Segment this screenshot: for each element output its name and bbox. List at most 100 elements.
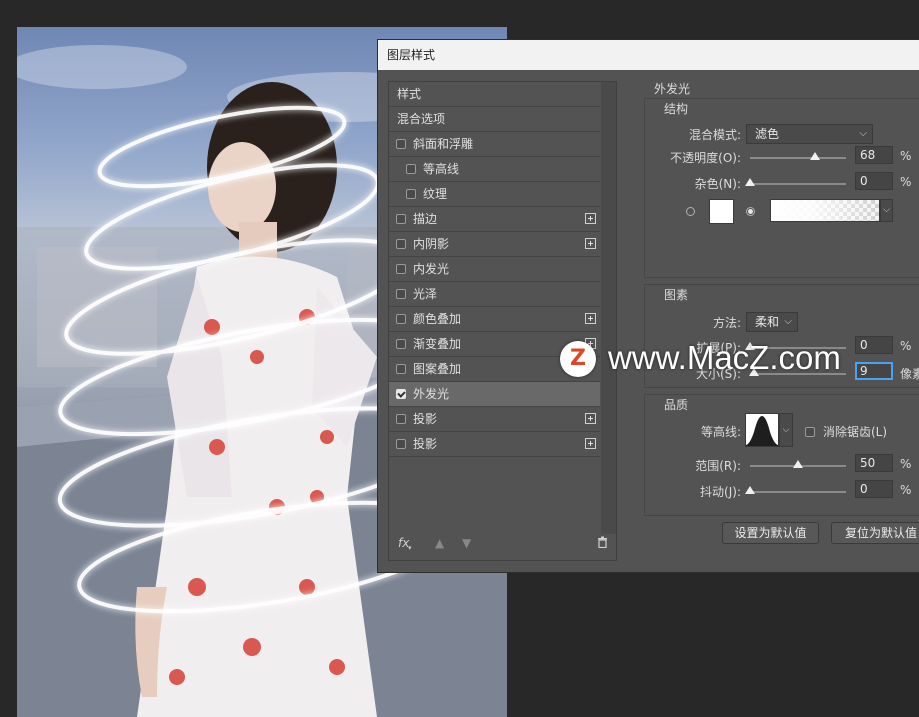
jitter-slider[interactable] [745,486,846,494]
noise-slider[interactable] [745,178,846,186]
dialog-title-bar[interactable]: 图层样式 [378,40,919,70]
jitter-slider-thumb[interactable] [745,486,755,494]
noise-unit: % [900,175,912,189]
opacity-input[interactable]: 68 [855,146,893,164]
style-checkbox[interactable] [396,314,406,324]
style-list-item[interactable]: 投影 [389,407,600,432]
style-list-item-label: 描边 [413,212,438,226]
chevron-down-icon: ⌵ [784,316,792,327]
solid-color-radio[interactable] [686,207,695,216]
style-checkbox[interactable] [406,189,416,199]
dialog-title: 图层样式 [387,48,436,62]
fx-dropdown-icon: ▾ [408,544,412,552]
style-list-item[interactable]: 等高线 [389,157,600,182]
noise-input[interactable]: 0 [855,172,893,190]
style-checkbox[interactable] [406,164,416,174]
style-list-item[interactable]: 外发光 [389,382,600,407]
size-input[interactable]: 9 [855,362,893,380]
gradient-dropdown[interactable]: ⌵ [880,199,893,222]
opacity-slider[interactable] [750,152,846,160]
style-list-item-label: 等高线 [423,162,460,176]
style-checkbox[interactable] [396,339,406,349]
range-slider-thumb[interactable] [793,460,803,468]
outer-glow-title: 外发光 [654,82,691,96]
chevron-down-icon: ⌵ [859,128,867,139]
style-checkbox[interactable] [396,364,406,374]
style-list-item-label: 光泽 [413,287,438,301]
chevron-down-icon: ⌵ [883,205,890,215]
outer-glow-panel: 外发光 结构 混合模式: 滤色 ⌵ 不透明度(O): 68 % 杂色(N): 0… [636,82,919,544]
chevron-down-icon: ⌵ [782,425,790,435]
style-list-item-label: 投影 [413,412,438,426]
add-style-icon[interactable] [585,413,596,424]
style-list-scrollbar[interactable] [601,82,616,534]
style-list: 样式 混合选项 斜面和浮雕 等高线 纹理 描边 内阴影 内发光 光泽 颜色叠加 渐变叠加 图案叠加 外发… [388,81,617,561]
set-default-button[interactable]: 设置为默认值 [722,522,819,544]
antialias-label: 消除锯齿(L) [823,425,888,439]
structure-group: 结构 混合模式: 滤色 ⌵ 不透明度(O): 68 % 杂色(N): 0 % ⌵ [644,98,919,278]
reset-default-button[interactable]: 复位为默认值 [831,522,919,544]
size-unit: 像素 [900,367,919,381]
blend-mode-label: 混合模式: [688,128,741,142]
glow-gradient-swatch[interactable] [770,199,880,222]
style-list-item[interactable]: 光泽 [389,282,600,307]
gradient-radio[interactable] [746,207,755,216]
style-list-item[interactable]: 样式 [389,82,600,107]
style-list-item[interactable]: 纹理 [389,182,600,207]
style-list-item[interactable]: 描边 [389,207,600,232]
style-checkbox[interactable] [396,239,406,249]
method-select[interactable]: 柔和 ⌵ [746,312,798,332]
spread-unit: % [900,339,912,353]
add-style-icon[interactable] [585,313,596,324]
style-list-item[interactable]: 斜面和浮雕 [389,132,600,157]
arrow-down-icon[interactable]: ▼ [462,536,471,550]
opacity-slider-thumb[interactable] [810,152,821,160]
style-list-item[interactable]: 投影 [389,432,600,457]
style-list-item-label: 投影 [413,437,438,451]
contour-label: 等高线: [700,425,741,439]
quality-title: 品质 [664,398,689,412]
jitter-unit: % [900,483,912,497]
blend-mode-value: 滤色 [755,127,780,141]
glow-color-swatch[interactable] [709,199,734,224]
add-style-icon[interactable] [585,238,596,249]
style-checkbox[interactable] [396,139,406,149]
range-input[interactable]: 50 [855,454,893,472]
antialias-checkbox[interactable] [805,427,815,437]
style-list-item-label: 样式 [397,87,422,101]
jitter-label: 抖动(J): [700,485,741,499]
style-list-item[interactable]: 内发光 [389,257,600,282]
layer-style-dialog: 图层样式 样式 混合选项 斜面和浮雕 等高线 纹理 描边 内阴影 内发光 光泽 颜色叠加 渐变叠加图… [377,39,919,573]
style-checkbox[interactable] [396,439,406,449]
watermark-logo-letter: Z [570,346,586,371]
structure-title: 结构 [664,102,689,116]
style-checkbox[interactable] [396,214,406,224]
style-list-item-label: 纹理 [423,187,448,201]
style-checkbox[interactable] [396,414,406,424]
style-list-rows: 样式 混合选项 斜面和浮雕 等高线 纹理 描边 内阴影 内发光 光泽 颜色叠加 渐变叠加 图案叠加 外发… [389,82,616,457]
style-list-item[interactable]: 颜色叠加 [389,307,600,332]
contour-dropdown[interactable]: ⌵ [779,413,793,447]
style-list-item[interactable]: 混合选项 [389,107,600,132]
arrow-up-icon[interactable]: ▲ [435,536,444,550]
range-slider[interactable] [750,460,846,468]
noise-slider-thumb[interactable] [745,178,755,186]
style-list-item-label: 混合选项 [397,112,446,126]
elements-title: 图素 [664,288,689,302]
jitter-input[interactable]: 0 [855,480,893,498]
contour-preview[interactable] [745,413,779,447]
add-style-icon[interactable] [585,213,596,224]
blend-mode-select[interactable]: 滤色 ⌵ [746,124,873,144]
spread-input[interactable]: 0 [855,336,893,354]
opacity-label: 不透明度(O): [670,151,741,165]
style-checkbox[interactable] [396,289,406,299]
style-list-item[interactable]: 内阴影 [389,232,600,257]
noise-label: 杂色(N): [694,177,741,191]
style-list-item-label: 内发光 [413,262,450,276]
trash-icon[interactable] [597,536,608,551]
style-checkbox[interactable] [396,264,406,274]
style-list-item-label: 图案叠加 [413,362,462,376]
style-list-item-label: 颜色叠加 [413,312,462,326]
add-style-icon[interactable] [585,438,596,449]
style-checkbox[interactable] [396,389,406,399]
